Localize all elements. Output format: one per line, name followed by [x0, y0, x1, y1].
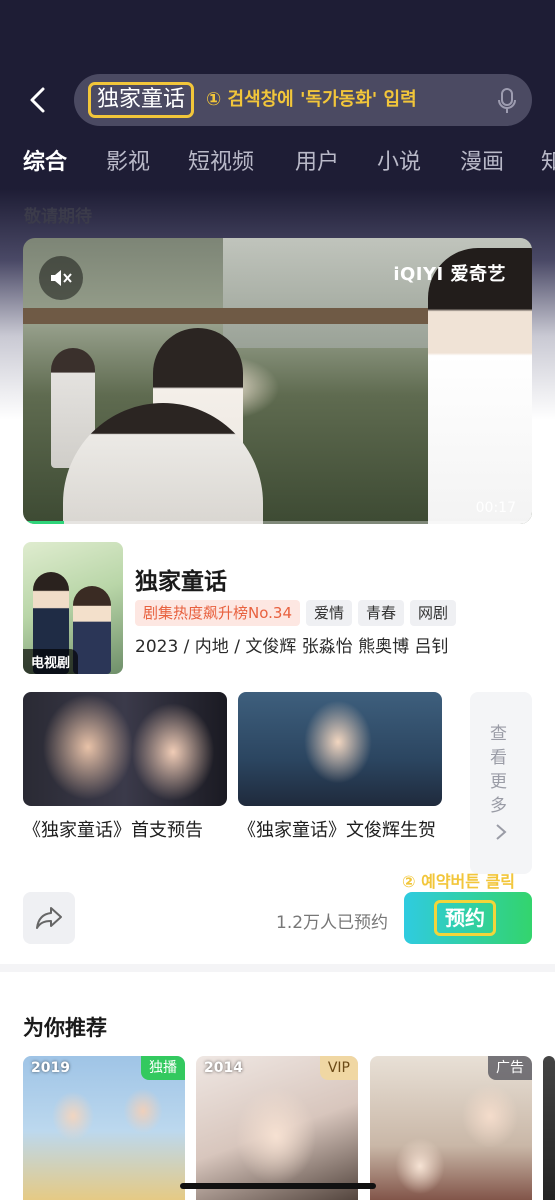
chevron-right-icon — [496, 824, 507, 840]
search-input[interactable]: 独家童话 ① 검색창에 '독가동화' 입력 — [74, 74, 532, 126]
video-progress-fill — [23, 521, 64, 524]
speaker-muted-icon — [51, 270, 72, 286]
view-more-label: 查看更多 — [490, 724, 507, 816]
recommend-card-badge: 独播 — [141, 1056, 185, 1080]
video-player[interactable]: iQIYI 爱奇艺 00:17 — [23, 238, 532, 524]
recommend-card[interactable]: 2019 独播 — [23, 1056, 185, 1200]
section-label-coming-soon: 敬请期待 — [24, 207, 92, 227]
mute-button[interactable] — [39, 256, 83, 300]
recommend-card-year: 2019 — [31, 1060, 70, 1076]
tab-users[interactable]: 用户 — [295, 144, 339, 176]
tab-short-video[interactable]: 短视频 — [188, 144, 254, 176]
share-arrow-icon — [36, 907, 62, 929]
recommend-card[interactable]: 广告 — [370, 1056, 532, 1200]
share-button[interactable] — [23, 892, 75, 944]
poster-figure-girl — [73, 586, 111, 674]
clip-caption-birthday[interactable]: 《独家童话》文俊辉生贺 — [238, 816, 443, 845]
show-title[interactable]: 独家童话 — [135, 562, 227, 596]
recommend-card-badge: VIP — [319, 1056, 358, 1080]
iqiyi-logo: iQIYI 爱奇艺 — [393, 264, 506, 285]
recommend-card-partial[interactable] — [543, 1056, 555, 1200]
tab-comics[interactable]: 漫画 — [460, 144, 504, 176]
reserve-button-label: 预约 — [434, 900, 496, 936]
search-header: 独家童话 ① 검색창에 '독가동화' 입력 — [0, 72, 555, 128]
category-tabs: 综合 影视 短视频 用户 小说 漫画 知 — [0, 140, 555, 184]
microphone-icon[interactable] — [496, 87, 518, 115]
video-scene-boy — [428, 248, 532, 524]
search-query-text: 独家童话 — [88, 82, 195, 118]
tag-web-drama[interactable]: 网剧 — [410, 600, 457, 626]
clip-thumbnail-birthday[interactable] — [238, 692, 442, 806]
clip-thumbnail-trailer[interactable] — [23, 692, 227, 806]
tag-romance[interactable]: 爱情 — [306, 600, 353, 626]
recommend-title: 为你推荐 — [23, 1016, 107, 1040]
tab-knowledge[interactable]: 知 — [541, 144, 555, 176]
recommend-card-year: 2014 — [204, 1060, 243, 1076]
reservation-count: 1.2万人已预约 — [276, 913, 389, 933]
recommend-card[interactable]: 2014 VIP — [196, 1056, 358, 1200]
recommend-card-badge: 广告 — [488, 1056, 532, 1080]
tag-rank[interactable]: 剧集热度飙升榜No.34 — [135, 600, 300, 626]
annotation-step-2: ② 예약버튼 클릭 — [402, 872, 516, 891]
show-tags: 剧集热度飙升榜No.34 爱情 青春 网剧 — [135, 600, 462, 626]
tab-film-tv[interactable]: 影视 — [106, 144, 150, 176]
video-timestamp: 00:17 — [475, 500, 516, 516]
view-more-button[interactable]: 查看更多 — [470, 692, 532, 874]
back-button[interactable] — [24, 84, 52, 116]
tab-novels[interactable]: 小说 — [377, 144, 421, 176]
video-progress-bar[interactable] — [23, 521, 532, 524]
clip-caption-trailer[interactable]: 《独家童话》首支预告 — [23, 816, 228, 845]
show-poster[interactable]: 电视剧 — [23, 542, 123, 674]
tab-comprehensive[interactable]: 综合 — [23, 144, 67, 176]
annotation-step-1: ① 검색창에 '독가동화' 입력 — [206, 89, 417, 110]
tag-youth[interactable]: 青春 — [358, 600, 405, 626]
section-divider — [0, 964, 555, 972]
poster-type-badge: 电视剧 — [23, 649, 79, 674]
show-meta: 2023 / 内地 / 文俊辉 张淼怡 熊奥博 吕钊 — [135, 637, 449, 657]
chevron-left-icon — [30, 87, 45, 113]
reserve-button[interactable]: 预约 — [404, 892, 532, 944]
home-indicator[interactable] — [180, 1183, 376, 1189]
